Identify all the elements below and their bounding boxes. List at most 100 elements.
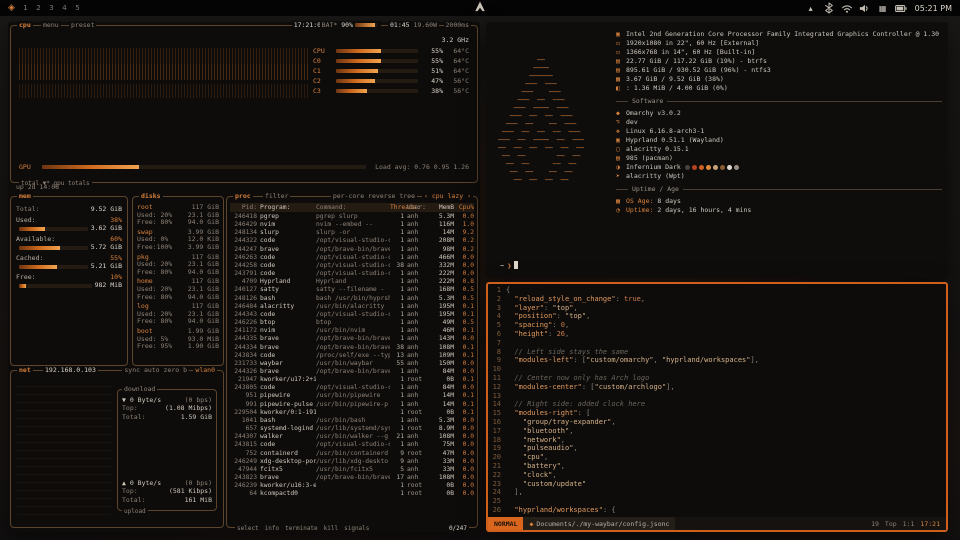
process-row[interactable]: 951 pipewire /usr/bin/pipewire 1 anh 14M… <box>230 392 474 400</box>
disk-row[interactable]: log117 GiB Used: 20%23.1 GiB Free: 80%94… <box>137 303 219 326</box>
process-row[interactable]: 231733 waybar /usr/bin/waybar 55 anh 150… <box>230 360 474 368</box>
editor-line[interactable]: 11 // Center now only has Arch logo <box>488 374 946 383</box>
workspace-button[interactable]: 3 <box>47 3 56 13</box>
process-row[interactable]: 1041 bash /usr/bin/bash 1 anh 5.3M 0.0 <box>230 417 474 425</box>
editor-line[interactable]: 7 <box>488 339 946 348</box>
net-box-title[interactable]: net <box>19 366 31 374</box>
editor-line[interactable]: 17 "bluetooth", <box>488 427 946 436</box>
editor-line[interactable]: 24 ], <box>488 488 946 497</box>
disk-row[interactable]: pkg117 GiB Used: 20%23.1 GiB Free: 80%94… <box>137 254 219 277</box>
editor-line[interactable]: 5 "spacing": 0, <box>488 321 946 330</box>
process-row[interactable]: 248134 slurp slurp -or 1 anh 14M 9.2 <box>230 229 474 237</box>
process-row[interactable]: 243834 code /proc/self/exe --typ 13 anh … <box>230 352 474 360</box>
terminate-button[interactable]: terminate <box>285 525 318 532</box>
update-interval[interactable]: 2000ms <box>444 21 471 29</box>
process-row[interactable]: 246418 pgrep pgrep slurp 1 anh 5.3M 0.0 <box>230 213 474 221</box>
editor-line[interactable]: 13 <box>488 392 946 401</box>
editor-line[interactable]: 6 "height": 26, <box>488 330 946 339</box>
proc-options[interactable]: per-core reverse tree <box>331 192 417 200</box>
process-row[interactable]: 246429 nvim nvim --embed -- 1 anh 116M 1… <box>230 221 474 229</box>
btop-window[interactable]: cpu menu preset 17:21:09 BAT* 90% 01:45 … <box>8 22 480 532</box>
preset-button[interactable]: preset <box>69 21 96 29</box>
process-row[interactable]: 248126 bash bash /usr/bin/hyprsh 1 anh 5… <box>230 295 474 303</box>
editor-line[interactable]: 14 // Right side: added clock here <box>488 400 946 409</box>
editor-line[interactable]: 25 <box>488 497 946 506</box>
disks-box-title[interactable]: disks <box>141 192 161 200</box>
editor-line[interactable]: 3 "layer": "top", <box>488 304 946 313</box>
editor-line[interactable]: 18 "network", <box>488 436 946 445</box>
process-row[interactable]: 246226 btop btop 1 anh 49M 0.5 <box>230 319 474 327</box>
process-row[interactable]: 241172 nvim /usr/bin/nvim 1 anh 46M 0.1 <box>230 327 474 335</box>
select-button[interactable]: select <box>237 525 259 532</box>
editor-line[interactable]: 8 // Left side stays the same <box>488 348 946 357</box>
process-row[interactable]: 246249 xdg-desktop-por /usr/lib/xdg-desk… <box>230 458 474 466</box>
process-row[interactable]: 4709 Hyprland Hyprland 1 anh 222M 0.8 <box>230 278 474 286</box>
bluetooth-icon[interactable] <box>823 2 835 14</box>
process-row[interactable]: 243791 code /opt/visual-studio-c 1 anh 2… <box>230 270 474 278</box>
cpu-box-title[interactable]: cpu <box>19 21 31 29</box>
process-row[interactable]: 246263 code /opt/visual-studio-c 1 anh 4… <box>230 254 474 262</box>
net-interface[interactable]: wlan0 <box>193 366 217 374</box>
editor-line[interactable]: 10 <box>488 365 946 374</box>
process-row[interactable]: 240127 satty satty --filename - 1 anh 16… <box>230 286 474 294</box>
process-row[interactable]: 243815 code /opt/visual-studio-c 1 anh 7… <box>230 441 474 449</box>
process-row[interactable]: 246484 alacritty /usr/bin/alacritty 1 an… <box>230 303 474 311</box>
process-row[interactable]: 991 pipewire-pulse /usr/bin/pipewire-p 1… <box>230 401 474 409</box>
editor-line[interactable]: 21 "battery", <box>488 462 946 471</box>
mem-box-title[interactable]: mem <box>19 192 31 200</box>
process-row[interactable]: 229504 kworker/0:1-i915 1 root 0B 0.1 <box>230 409 474 417</box>
process-row[interactable]: 244247 brave /opt/brave-bin/brave 1 anh … <box>230 246 474 254</box>
editor-line[interactable]: 2 "reload_style_on_change": true, <box>488 295 946 304</box>
editor-line[interactable]: 4 "position": "top", <box>488 312 946 321</box>
process-row[interactable]: 21947 kworker/u17:2+i9 1 root 0B 0.1 <box>230 376 474 384</box>
editor-buffer[interactable]: 1 { 2 "reload_style_on_change": true, 3 … <box>488 286 946 515</box>
process-row[interactable]: 752 containerd /usr/bin/containerd 9 roo… <box>230 450 474 458</box>
process-row[interactable]: 246239 kworker/u16:3-eve 1 root 0B 0.0 <box>230 482 474 490</box>
editor-line[interactable]: 20 "cpu", <box>488 453 946 462</box>
omarchy-icon[interactable]: ◈ <box>8 3 15 13</box>
process-row[interactable]: 244334 brave /opt/brave-bin/brave 38 anh… <box>230 344 474 352</box>
process-row[interactable]: 244335 brave /opt/brave-bin/brave 1 anh … <box>230 335 474 343</box>
process-row[interactable]: 244258 code /opt/visual-studio-c 38 anh … <box>230 262 474 270</box>
tray-expander-icon[interactable]: ▴ <box>805 2 817 14</box>
editor-line[interactable]: 9 "modules-left": ["custom/omarchy", "hy… <box>488 356 946 365</box>
editor-line[interactable]: 16 "group/tray-expander", <box>488 418 946 427</box>
kill-button[interactable]: kill <box>324 525 338 532</box>
net-options[interactable]: sync auto zero b <box>122 366 189 374</box>
process-row[interactable]: 47944 fcitx5 /usr/bin/fcitx5 5 anh 33M 0… <box>230 466 474 474</box>
process-row[interactable]: 244322 code /opt/visual-studio-c 1 anh 2… <box>230 237 474 245</box>
cpu-icon[interactable]: ▦ <box>877 2 889 14</box>
editor-line[interactable]: 12 "modules-center": ["custom/archlogo"]… <box>488 383 946 392</box>
editor-line[interactable]: 22 "clock", <box>488 471 946 480</box>
battery-icon[interactable] <box>895 2 907 14</box>
menu-button[interactable]: menu <box>41 21 61 29</box>
disk-row[interactable]: boot1.99 GiB Used: 5%93.0 MiB Free: 95%1… <box>137 328 219 351</box>
process-row[interactable]: 244343 code /opt/visual-studio-c 1 anh 1… <box>230 311 474 319</box>
editor-line[interactable]: 19 "pulseaudio", <box>488 444 946 453</box>
disk-row[interactable]: root117 GiB Used: 20%23.1 GiB Free: 80%9… <box>137 204 219 227</box>
info-button[interactable]: info <box>265 525 279 532</box>
shell-prompt[interactable]: ~❯ <box>500 261 518 270</box>
disk-row[interactable]: swap3.99 GiB Used: 0%12.0 KiB Free:100%3… <box>137 229 219 252</box>
process-row[interactable]: 244307 walker /usr/bin/walker --g 21 anh… <box>230 433 474 441</box>
disk-row[interactable]: home117 GiB Used: 20%23.1 GiB Free: 80%9… <box>137 278 219 301</box>
editor-line[interactable]: 15 "modules-right": [ <box>488 409 946 418</box>
wifi-icon[interactable] <box>841 2 853 14</box>
filter-button[interactable]: filter <box>263 192 290 200</box>
workspace-button[interactable]: 4 <box>60 3 69 13</box>
process-row[interactable]: 244326 brave /opt/brave-bin/brave 1 anh … <box>230 368 474 376</box>
process-row[interactable]: 243823 brave /opt/brave-bin/brave 17 anh… <box>230 474 474 482</box>
sort-selector[interactable]: ‹ cpu lazy › <box>422 192 473 200</box>
workspace-button[interactable]: 5 <box>73 3 82 13</box>
process-row[interactable]: 243805 code /opt/visual-studio-c 1 anh 8… <box>230 384 474 392</box>
signals-button[interactable]: signals <box>344 525 369 532</box>
editor-line[interactable]: 23 "custom/update" <box>488 480 946 489</box>
proc-box-title[interactable]: proc <box>235 192 251 200</box>
workspace-button[interactable]: 1 <box>21 3 30 13</box>
editor-line[interactable]: 26 "hyprland/workspaces": { <box>488 506 946 515</box>
process-row[interactable]: 657 systemd-logind /usr/lib/systemd/sys … <box>230 425 474 433</box>
workspace-button[interactable]: 2 <box>34 3 43 13</box>
fastfetch-window[interactable]: ── ──── ────── ─── ─── ─── ─── ─── ── ──… <box>486 22 948 278</box>
process-row[interactable]: 64 kcompactd0 1 root 0B 0.0 <box>230 490 474 498</box>
nvim-window[interactable]: 1 { 2 "reload_style_on_change": true, 3 … <box>486 282 948 532</box>
